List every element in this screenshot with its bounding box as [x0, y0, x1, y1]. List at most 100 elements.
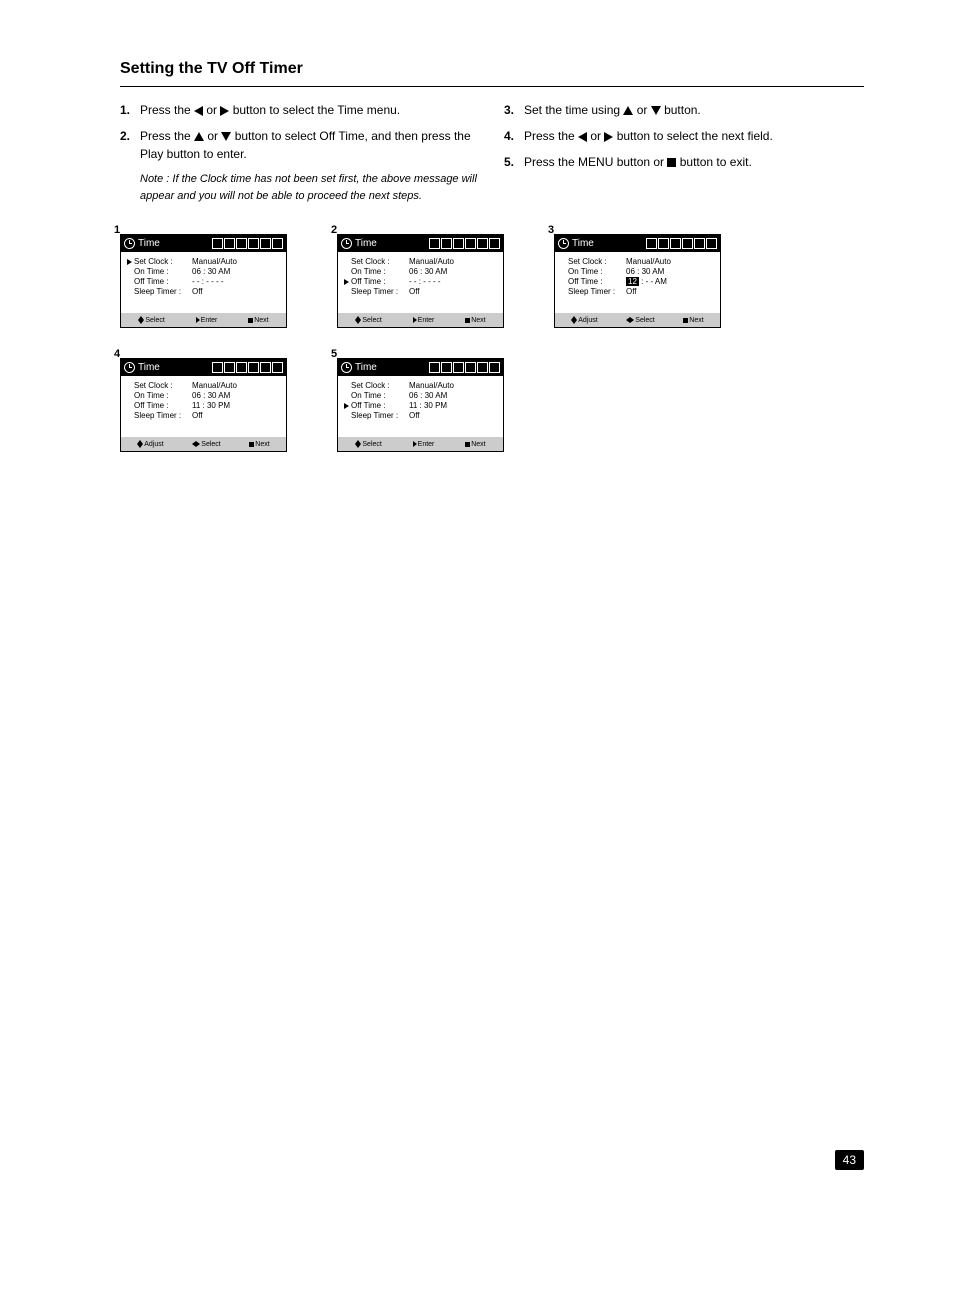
row-value: - - : - - - -	[409, 277, 497, 286]
step-number: 4.	[504, 127, 524, 145]
row-label: Set Clock :	[344, 381, 409, 390]
row-value: Manual/Auto	[409, 257, 497, 266]
tab-icon	[489, 238, 500, 249]
clock-icon	[558, 238, 569, 249]
menu-row: On Time :06 : 30 AM	[127, 267, 280, 276]
leftright-icon	[192, 441, 200, 447]
footer-item: Adjust	[137, 440, 163, 448]
footer-label: Select	[201, 441, 220, 448]
square-icon	[465, 442, 470, 447]
footer-label: Next	[254, 317, 268, 324]
menu-row: Set Clock :Manual/Auto	[561, 257, 714, 266]
row-value: 12 : - - AM	[626, 277, 714, 286]
right-icon	[196, 317, 200, 323]
panel-header: Time	[338, 235, 503, 252]
footer-label: Next	[689, 317, 703, 324]
tab-icon	[441, 238, 452, 249]
step-text: Press the or button to select Off Time, …	[140, 127, 480, 163]
clock-icon	[124, 362, 135, 373]
panel-footer: SelectEnterNext	[121, 313, 286, 327]
panel-box: TimeSet Clock :Manual/AutoOn Time :06 : …	[337, 234, 504, 328]
tab-icon	[212, 238, 223, 249]
menu-row: Off Time :11 : 30 PM	[344, 401, 497, 410]
tab-icon	[694, 238, 705, 249]
footer-item: Next	[249, 441, 269, 448]
tab-icon	[670, 238, 681, 249]
row-value: 06 : 30 AM	[192, 391, 280, 400]
panel-number: 3	[548, 224, 554, 236]
panel-number: 2	[331, 224, 337, 236]
panel-title: Time	[138, 238, 160, 249]
row-value: Manual/Auto	[409, 381, 497, 390]
tab-icon	[224, 362, 235, 373]
row-label: Sleep Timer :	[127, 411, 192, 420]
step-text: Set the time using or button.	[524, 101, 864, 119]
menu-row: On Time :06 : 30 AM	[344, 267, 497, 276]
panel-row-2: 4TimeSet Clock :Manual/AutoOn Time :06 :…	[120, 358, 864, 452]
row-label: Off Time :	[344, 277, 409, 286]
menu-row: Sleep Timer :Off	[127, 287, 280, 296]
tab-icon	[260, 362, 271, 373]
menu-row: Set Clock :Manual/Auto	[127, 257, 280, 266]
step-text: Press the or button to select the Time m…	[140, 101, 480, 119]
triangle-right-icon	[220, 106, 229, 116]
panel-footer: AdjustSelectNext	[555, 313, 720, 327]
footer-item: Next	[248, 317, 268, 324]
menu-row: Sleep Timer :Off	[344, 287, 497, 296]
tab-icon	[260, 238, 271, 249]
panel-header: Time	[555, 235, 720, 252]
menu-row: Set Clock :Manual/Auto	[344, 381, 497, 390]
instructions-col-right: 3.Set the time using or button.4.Press t…	[504, 101, 864, 204]
triangle-down-icon	[221, 132, 231, 141]
panel-body: Set Clock :Manual/AutoOn Time :06 : 30 A…	[338, 376, 503, 437]
header-icons	[429, 238, 500, 249]
stop-icon	[667, 158, 676, 167]
panel-title: Time	[355, 362, 377, 373]
footer-label: Select	[145, 317, 164, 324]
panel-header: Time	[121, 235, 286, 252]
footer-label: Enter	[418, 317, 435, 324]
step-number: 5.	[504, 153, 524, 171]
row-value: - - : - - - -	[192, 277, 280, 286]
panel-body: Set Clock :Manual/AutoOn Time :06 : 30 A…	[121, 376, 286, 437]
panel-footer: SelectEnterNext	[338, 437, 503, 451]
updown-icon	[355, 316, 361, 324]
row-label: Set Clock :	[127, 381, 192, 390]
clock-icon	[124, 238, 135, 249]
footer-label: Adjust	[144, 441, 163, 448]
panel-header: Time	[121, 359, 286, 376]
row-label: Sleep Timer :	[344, 287, 409, 296]
panel-body: Set Clock :Manual/AutoOn Time :06 : 30 A…	[338, 252, 503, 313]
step-text: Press the or button to select the next f…	[524, 127, 864, 145]
square-icon	[465, 318, 470, 323]
tab-icon	[465, 238, 476, 249]
pointer-icon	[344, 403, 349, 409]
menu-row: Off Time :- - : - - - -	[344, 277, 497, 286]
row-label: On Time :	[344, 391, 409, 400]
osd-panel: 2TimeSet Clock :Manual/AutoOn Time :06 :…	[337, 234, 504, 328]
row-value: 11 : 30 PM	[192, 401, 280, 410]
tab-icon	[453, 238, 464, 249]
row-value: Manual/Auto	[192, 257, 280, 266]
row-value: 06 : 30 AM	[192, 267, 280, 276]
footer-label: Enter	[418, 441, 435, 448]
panel-box: Time Set Clock :Manual/AutoOn Time :06 : …	[337, 358, 504, 452]
row-label: On Time :	[344, 267, 409, 276]
footer-label: Next	[255, 441, 269, 448]
row-label: Sleep Timer :	[561, 287, 626, 296]
row-value: Manual/Auto	[192, 381, 280, 390]
tab-icon	[477, 238, 488, 249]
row-value: 06 : 30 AM	[409, 391, 497, 400]
menu-row: Off Time :12 : - - AM	[561, 277, 714, 286]
row-value: 11 : 30 PM	[409, 401, 497, 410]
triangle-right-icon	[604, 132, 613, 142]
row-label: Set Clock :	[344, 257, 409, 266]
tab-icon	[706, 238, 717, 249]
tab-icon	[429, 238, 440, 249]
tab-icon	[272, 238, 283, 249]
tab-icon	[682, 238, 693, 249]
footer-item: Next	[683, 317, 703, 324]
menu-row: Sleep Timer :Off	[561, 287, 714, 296]
menu-row: Sleep Timer :Off	[127, 411, 280, 420]
row-value: Off	[409, 411, 497, 420]
